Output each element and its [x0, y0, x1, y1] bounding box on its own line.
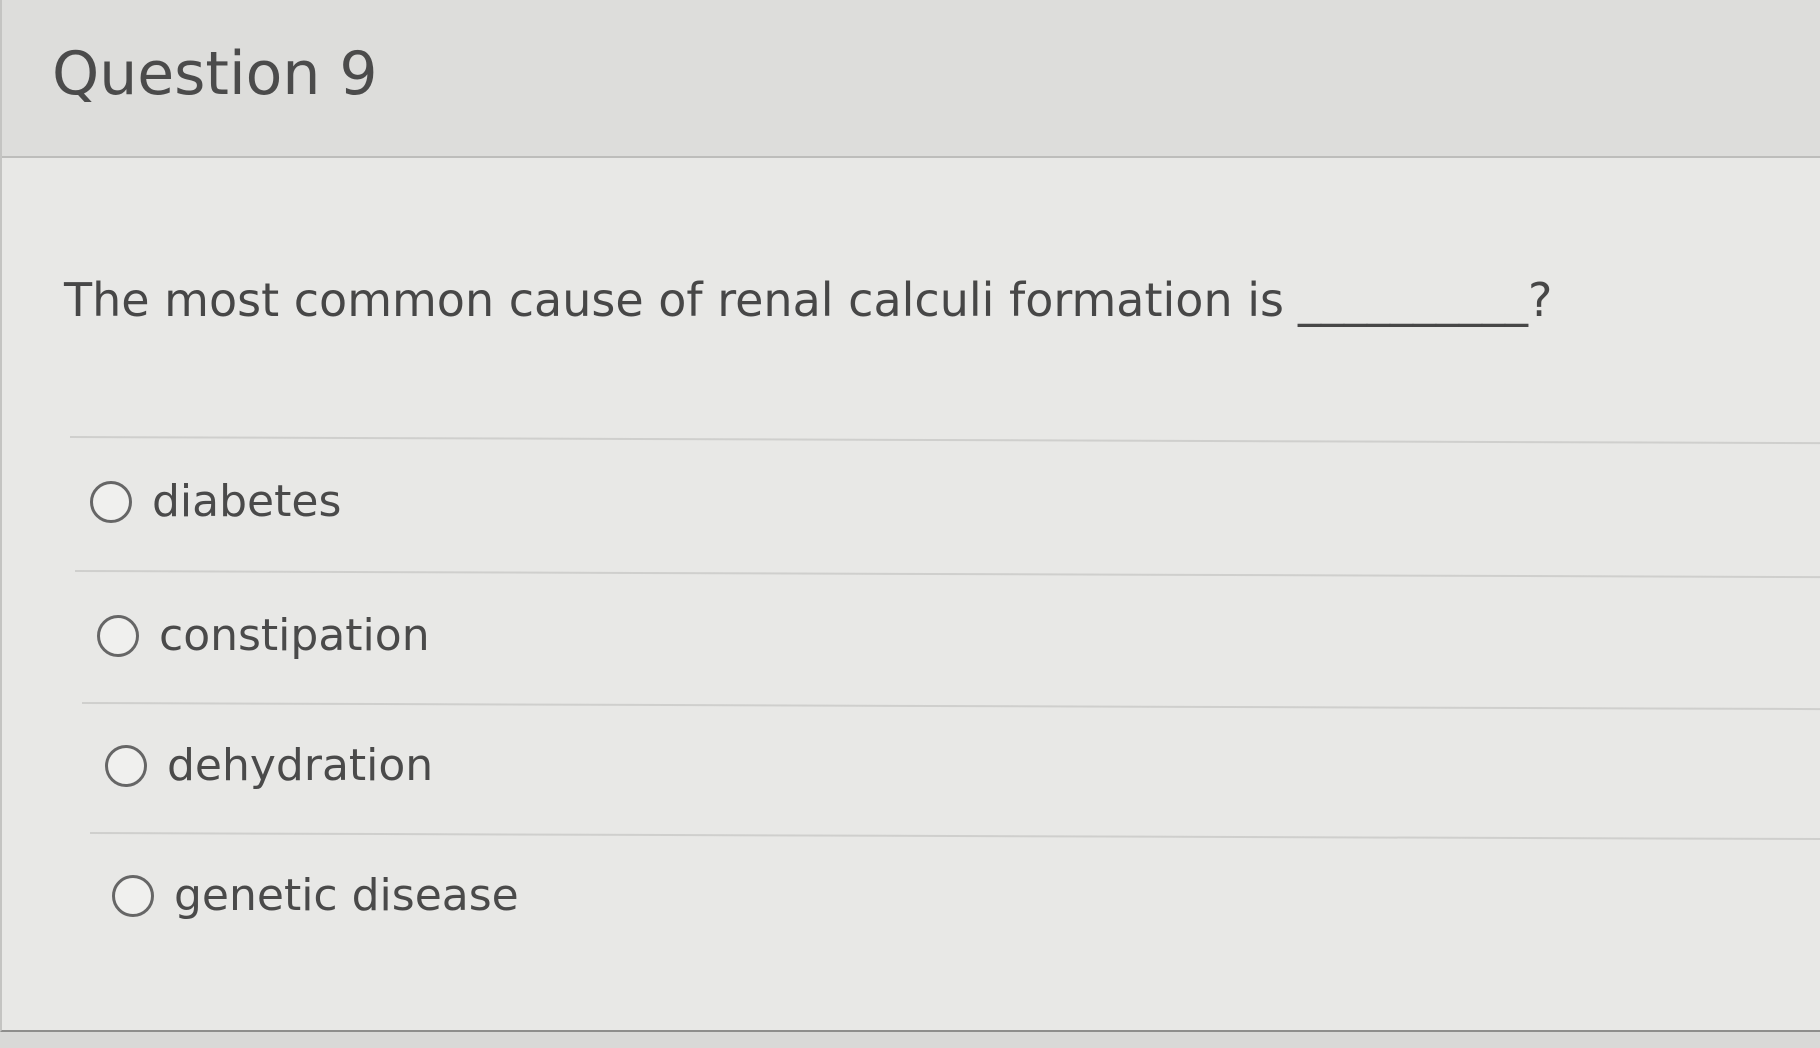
radio-circle-icon[interactable] — [90, 481, 132, 523]
answer-option-genetic-disease[interactable]: genetic disease — [112, 864, 519, 928]
answer-label: dehydration — [167, 740, 434, 791]
answer-label: genetic disease — [174, 870, 519, 921]
radio-circle-icon[interactable] — [97, 615, 139, 657]
question-body: The most common cause of renal calculi f… — [2, 158, 1820, 1030]
quiz-question-card: Question 9 The most common cause of rena… — [0, 0, 1820, 1032]
question-header: Question 9 — [2, 0, 1820, 158]
answer-options: diabetes constipation dehydration geneti… — [2, 158, 1820, 1030]
answer-option-dehydration[interactable]: dehydration — [105, 734, 433, 798]
answer-divider — [89, 832, 1820, 841]
answer-divider — [74, 570, 1820, 579]
answer-label: diabetes — [152, 476, 342, 527]
question-title: Question 9 — [52, 39, 378, 109]
answer-option-diabetes[interactable]: diabetes — [90, 470, 341, 534]
radio-circle-icon[interactable] — [112, 875, 154, 917]
answer-divider — [69, 436, 1820, 445]
radio-circle-icon[interactable] — [105, 745, 147, 787]
answer-label: constipation — [159, 610, 430, 661]
answer-option-constipation[interactable]: constipation — [97, 604, 430, 668]
answer-divider — [81, 702, 1820, 711]
